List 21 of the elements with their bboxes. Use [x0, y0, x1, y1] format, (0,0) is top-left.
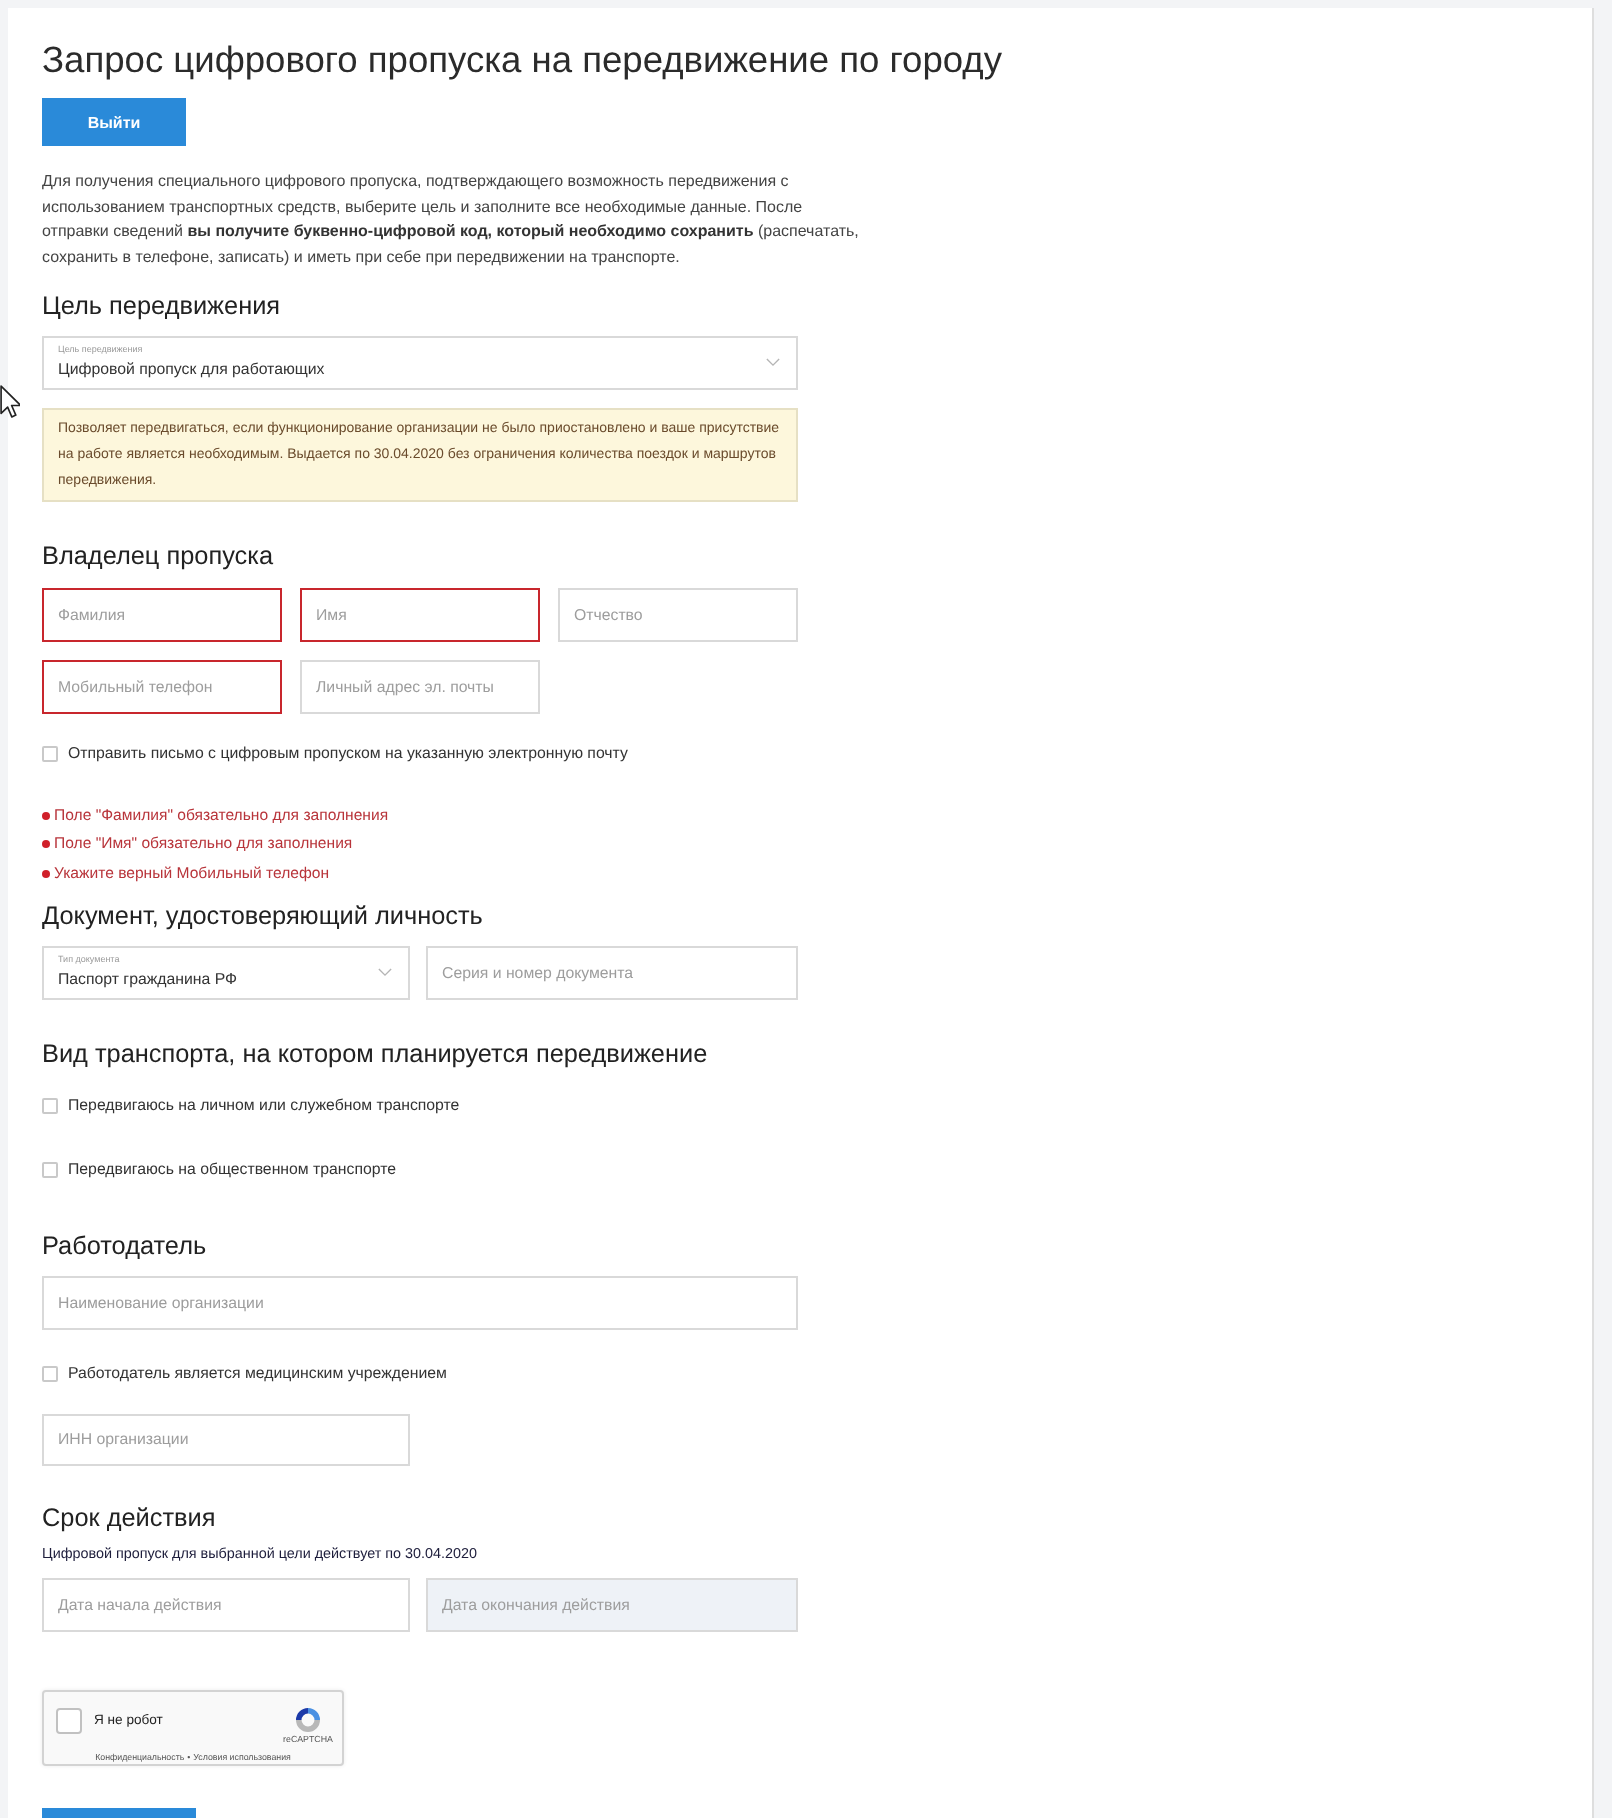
checkbox[interactable]: [42, 1098, 58, 1115]
checkbox[interactable]: [42, 745, 58, 762]
error-dot-icon: [42, 840, 50, 849]
ring-logo-icon: [296, 1707, 320, 1732]
section-heading: Цель передвижения: [42, 290, 281, 322]
error-dot-icon: [42, 869, 50, 878]
intro-text: Для получения специального цифрового пропуска, подтверждающего возможность передвижения с использованием транспортных средств, выберите цель и заполните все необходимые данные. После отправки сведений вы получите буквенно-цифровой код, который необходимо сохранить (распечатать, сохранить в телефоне, записать) и иметь при себе при передвижении на транспорте.: [42, 170, 861, 270]
checkbox[interactable]: [42, 1162, 58, 1179]
action-button[interactable]: [42, 1808, 196, 1818]
section-heading: Срок действия: [42, 1502, 216, 1535]
chevron-down-icon: [378, 968, 392, 978]
captcha-checkbox[interactable]: [56, 1708, 82, 1735]
section-heading: Документ, удостоверяющий личность: [42, 900, 483, 933]
section-heading: Вид транспорта, на котором планируется передвижение: [42, 1038, 708, 1071]
error-dot-icon: [42, 811, 50, 820]
checkbox[interactable]: [42, 1365, 58, 1382]
logout-button[interactable]: Выйти: [42, 98, 186, 146]
chevron-down-icon: [766, 358, 780, 367]
section-heading: Владелец пропуска: [42, 539, 273, 572]
section-heading: Работодатель: [42, 1230, 207, 1263]
page-title: Запрос цифрового пропуска на передвижение по городу: [42, 36, 1002, 84]
